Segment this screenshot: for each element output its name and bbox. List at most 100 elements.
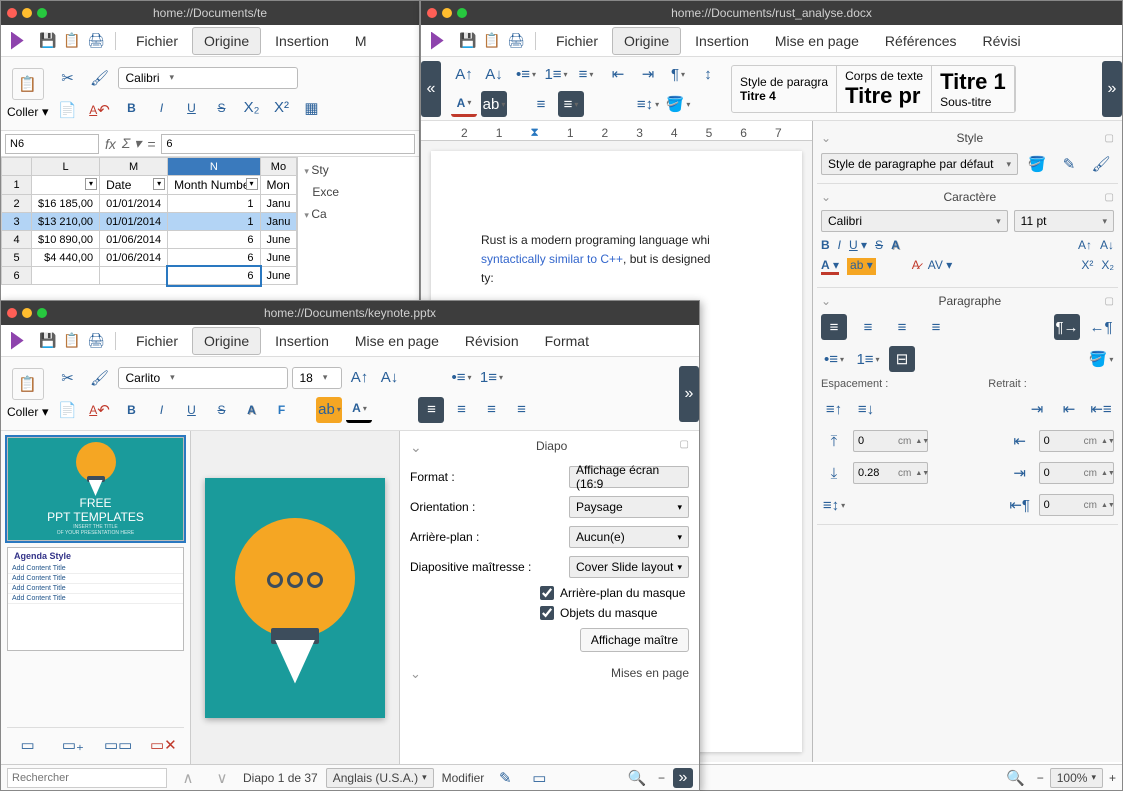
menu-fichier[interactable]: Fichier: [544, 27, 610, 55]
copy-icon[interactable]: 📄: [54, 397, 80, 423]
filter-icon[interactable]: ▾: [153, 178, 165, 190]
font-select[interactable]: Calibri▾: [118, 67, 298, 89]
menu-insertion[interactable]: Insertion: [683, 27, 761, 55]
grow-font-icon[interactable]: A↑: [1078, 238, 1092, 252]
expand-icon[interactable]: ▢: [1105, 296, 1114, 307]
categories-section[interactable]: Ca: [304, 207, 326, 221]
save-icon[interactable]: 💾: [37, 330, 59, 352]
underline-button[interactable]: U ▾: [849, 238, 867, 252]
align-left-icon[interactable]: ≡: [418, 397, 444, 423]
menu-page-layout[interactable]: Mise en page: [763, 27, 871, 55]
menu-origine[interactable]: Origine: [192, 327, 261, 355]
fit-icon[interactable]: ▭: [526, 765, 552, 791]
expand-icon[interactable]: ▢: [1105, 192, 1114, 203]
indent-inc-icon[interactable]: ⇥: [635, 61, 661, 87]
sum-icon[interactable]: Σ ▾: [122, 135, 141, 152]
save-icon[interactable]: 💾: [37, 30, 59, 52]
underline-button[interactable]: U: [178, 397, 204, 423]
subscript-icon[interactable]: X₂: [1101, 258, 1114, 275]
space-above-icon[interactable]: ⤒: [821, 428, 847, 454]
highlight-color-icon[interactable]: ab ▾: [847, 258, 876, 275]
search-down-icon[interactable]: ∨: [209, 765, 235, 791]
indent-dec-icon[interactable]: ⇤: [605, 61, 631, 87]
char-spacing-icon[interactable]: AV ▾: [928, 258, 952, 275]
format-paint-icon[interactable]: 🖌: [86, 365, 112, 391]
cut-icon[interactable]: ✂: [54, 65, 80, 91]
menu-format[interactable]: Format: [533, 327, 601, 355]
spreadsheet-grid[interactable]: L M N Mo 1 ▾ Date▾ Month Number▾ Mon 2$1…: [1, 157, 297, 285]
font-color-icon[interactable]: A: [346, 397, 372, 423]
expand-icon[interactable]: ▢: [1105, 133, 1114, 144]
bold-button[interactable]: B: [821, 238, 830, 252]
master-select[interactable]: Cover Slide layout▾: [569, 556, 689, 578]
space-below-icon[interactable]: ⤓: [821, 460, 847, 486]
minimize-icon[interactable]: [22, 8, 32, 18]
grow-font-icon[interactable]: A↑: [346, 365, 372, 391]
shrink-font-icon[interactable]: A↓: [376, 365, 402, 391]
language-select[interactable]: Anglais (U.S.A.)▾: [326, 768, 434, 788]
master-objects-checkbox[interactable]: Objets du masque: [540, 606, 689, 620]
zoom-out-icon[interactable]: −: [1037, 771, 1044, 785]
fx-icon[interactable]: fx: [105, 136, 116, 152]
bullets-icon[interactable]: •≡: [448, 365, 474, 391]
clear-format-icon[interactable]: A↶: [86, 97, 112, 123]
copy-icon[interactable]: 📄: [54, 97, 80, 123]
close-icon[interactable]: [427, 8, 437, 18]
delete-slide-icon[interactable]: ▭✕: [150, 732, 176, 758]
paste-icon[interactable]: 📋: [61, 30, 83, 52]
menu-origine[interactable]: Origine: [192, 27, 261, 55]
underline-button[interactable]: U: [178, 95, 204, 121]
doc-titlebar[interactable]: home://Documents/rust_analyse.docx: [421, 1, 1122, 25]
indent-left-icon[interactable]: ⇤: [1007, 428, 1033, 454]
maximize-icon[interactable]: [37, 308, 47, 318]
filter-icon[interactable]: ▾: [246, 178, 258, 190]
superscript-button[interactable]: X²: [268, 95, 294, 121]
signature-icon[interactable]: ✎: [492, 765, 518, 791]
search-input[interactable]: [7, 768, 167, 788]
styles-section[interactable]: Sty: [304, 163, 328, 177]
rtl-icon[interactable]: ←¶: [1088, 314, 1114, 340]
style-gallery[interactable]: Style de paragraTitre 4 Corps de texteTi…: [731, 65, 1016, 113]
outline-text-icon[interactable]: F: [268, 397, 294, 423]
outline-icon[interactable]: ⊟: [889, 346, 915, 372]
clipboard-icon[interactable]: 📋: [12, 368, 44, 400]
diapo-title[interactable]: Diapo: [536, 439, 567, 456]
menu-fichier[interactable]: Fichier: [124, 27, 190, 55]
collapse-left-icon[interactable]: «: [421, 61, 441, 117]
indent-dec-icon[interactable]: ⇤: [1056, 396, 1082, 422]
fill-style-icon[interactable]: 🪣: [1024, 151, 1050, 177]
dup-slide-icon[interactable]: ▭▭: [105, 732, 131, 758]
indent-inc-icon[interactable]: ⇥: [1024, 396, 1050, 422]
collapse-right-icon[interactable]: »: [673, 768, 693, 788]
space-before-icon[interactable]: ≡↑: [821, 396, 847, 422]
font-size-select[interactable]: 11 pt▾: [1014, 210, 1114, 232]
font-color-icon[interactable]: A: [451, 91, 477, 117]
align-left-icon[interactable]: ≡: [528, 91, 554, 117]
cut-icon[interactable]: ✂: [54, 365, 80, 391]
new-style-icon[interactable]: ✎: [1056, 151, 1082, 177]
subscript-button[interactable]: X₂: [238, 95, 264, 121]
save-icon[interactable]: 💾: [457, 30, 479, 52]
align-right-icon[interactable]: ≡: [889, 314, 915, 340]
paragraph-style-select[interactable]: Style de paragraphe par défaut▾: [821, 153, 1018, 175]
hanging-indent-icon[interactable]: ⇤≡: [1088, 396, 1114, 422]
pilcrow-icon[interactable]: ¶: [665, 61, 691, 87]
format-select[interactable]: Affichage écran (16:9: [569, 466, 689, 488]
align-justify-icon[interactable]: ≡: [558, 91, 584, 117]
format-paint-icon[interactable]: 🖌: [86, 65, 112, 91]
menu-revision[interactable]: Révision: [453, 327, 531, 355]
space-above-input[interactable]: cm▲▼: [853, 430, 928, 452]
line-spacing-icon[interactable]: ≡↕: [821, 492, 847, 518]
menu-more[interactable]: M: [343, 27, 379, 55]
align-left-icon[interactable]: ≡: [821, 314, 847, 340]
horizontal-ruler[interactable]: 21⧗1234567: [421, 121, 812, 141]
layouts-title[interactable]: Mises en page: [611, 666, 689, 682]
pres-titlebar[interactable]: home://Documents/keynote.pptx: [1, 301, 699, 325]
indent-right-input[interactable]: cm▲▼: [1039, 462, 1114, 484]
outline-icon[interactable]: ≡: [573, 61, 599, 87]
superscript-icon[interactable]: X²: [1081, 258, 1093, 275]
space-below-input[interactable]: cm▲▼: [853, 462, 928, 484]
clear-format-icon[interactable]: A̷: [912, 258, 920, 275]
filter-icon[interactable]: ▾: [85, 178, 97, 190]
cell-reference-input[interactable]: [5, 134, 99, 154]
